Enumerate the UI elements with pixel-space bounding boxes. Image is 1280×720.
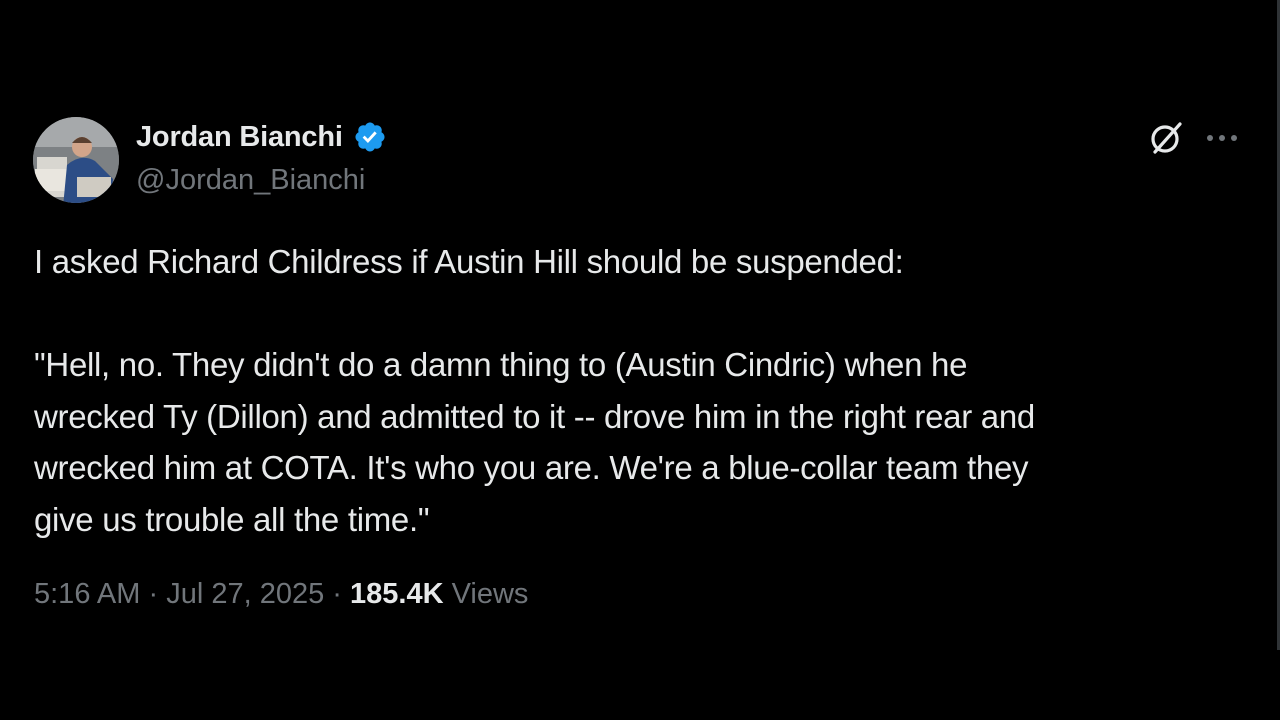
author-handle[interactable]: @Jordan_Bianchi <box>136 164 365 197</box>
grok-icon[interactable] <box>1146 118 1186 158</box>
tweet-quote-line: give us trouble all the time." <box>34 500 430 538</box>
author-name-text[interactable]: Jordan Bianchi <box>136 121 343 154</box>
tweet-card: Jordan Bianchi @Jordan_Bianchi I asked R… <box>0 0 1280 720</box>
more-options-icon[interactable] <box>1204 128 1240 148</box>
tweet-date[interactable]: Jul 27, 2025 <box>166 578 324 610</box>
author-name[interactable]: Jordan Bianchi <box>136 120 387 154</box>
meta-separator: · <box>148 578 159 610</box>
avatar[interactable] <box>33 117 119 203</box>
tweet-quote-line: wrecked Ty (Dillon) and admitted to it -… <box>34 397 1035 435</box>
tweet-text: I asked Richard Childress if Austin Hill… <box>34 236 1234 545</box>
views-count[interactable]: 185.4K <box>350 578 444 610</box>
meta-separator: · <box>332 578 342 610</box>
tweet-quote-line: wrecked him at COTA. It's who you are. W… <box>34 449 1029 486</box>
views-label: Views <box>451 578 529 610</box>
tweet-time[interactable]: 5:16 AM <box>34 578 140 610</box>
tweet-meta: 5:16 AM · Jul 27, 2025 · 185.4K Views <box>34 578 528 611</box>
tweet-quote-line: "Hell, no. They didn't do a damn thing t… <box>34 346 968 383</box>
tweet-line: I asked Richard Childress if Austin Hill… <box>34 243 904 280</box>
verified-badge-icon <box>355 122 385 152</box>
